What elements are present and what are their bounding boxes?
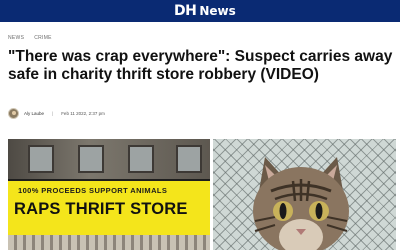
article-headline: "There was crap everywhere": Suspect car… <box>8 48 393 83</box>
breadcrumb-news[interactable]: NEWS <box>8 35 24 41</box>
breadcrumb: NEWS CRIME <box>8 35 52 41</box>
sign-tagline: 100% PROCEEDS SUPPORT ANIMALS <box>18 186 168 195</box>
store-sign: 100% PROCEEDS SUPPORT ANIMALS RAPS THRIF… <box>8 179 210 237</box>
window <box>28 145 54 173</box>
storefront-photo[interactable]: 100% PROCEEDS SUPPORT ANIMALS RAPS THRIF… <box>8 139 210 250</box>
breadcrumb-crime[interactable]: CRIME <box>34 35 52 41</box>
logo-mark: DH <box>174 3 197 19</box>
cat-illustration <box>253 157 349 250</box>
site-logo[interactable]: DH News <box>174 3 236 19</box>
author-avatar[interactable] <box>8 107 19 119</box>
awning <box>8 235 210 250</box>
logo-text: News <box>199 4 236 18</box>
author-name[interactable]: Aly Laube <box>24 111 44 116</box>
byline-divider: | <box>52 110 54 116</box>
byline: Aly Laube | Feb 11 2022, 2:37 pm <box>8 107 105 119</box>
sign-store-name: RAPS THRIFT STORE <box>14 200 188 218</box>
top-navbar: DH News <box>0 0 400 22</box>
window <box>176 145 202 173</box>
publish-date: Feb 11 2022, 2:37 pm <box>61 110 105 116</box>
cat-photo[interactable] <box>213 139 396 250</box>
window <box>78 145 104 173</box>
building-facade <box>8 139 210 179</box>
window <box>128 145 154 173</box>
